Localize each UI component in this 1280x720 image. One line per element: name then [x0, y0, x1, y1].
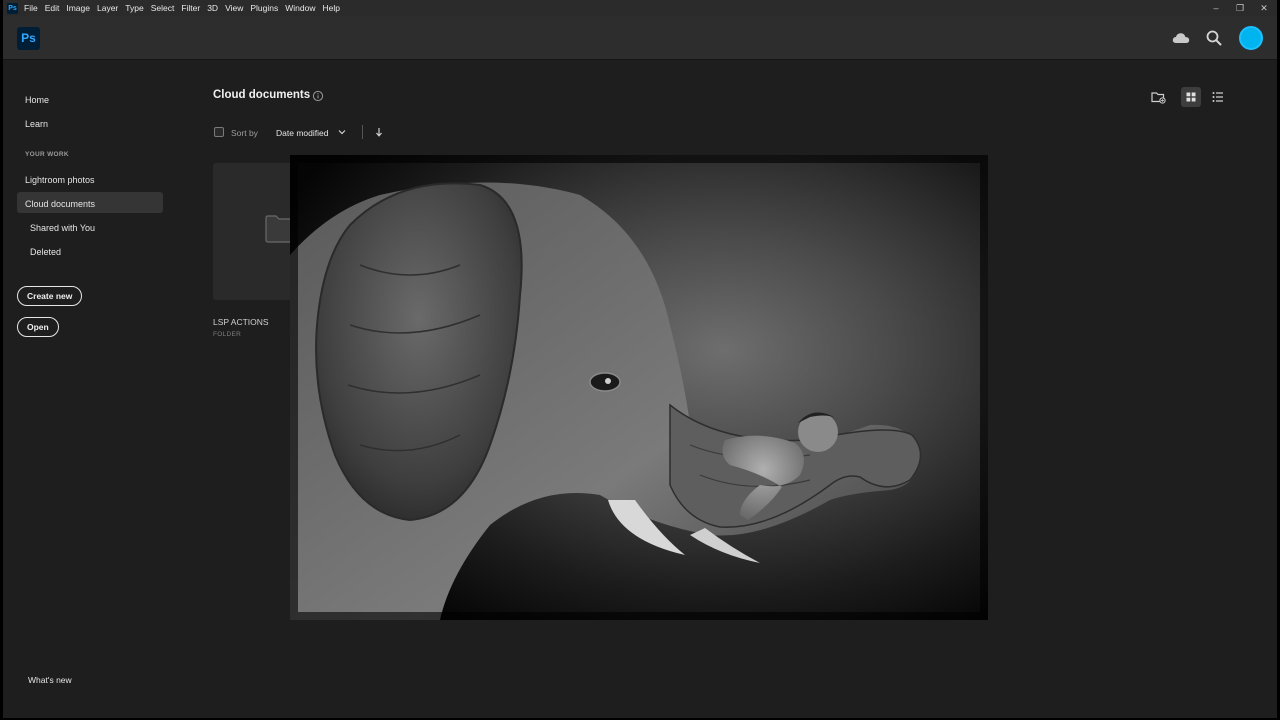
- minimize-button[interactable]: –: [1211, 0, 1221, 16]
- menu-image[interactable]: Image: [66, 3, 90, 13]
- menu-help[interactable]: Help: [322, 3, 339, 13]
- sort-label: Sort by: [231, 128, 258, 138]
- sidebar-item-deleted[interactable]: Deleted: [30, 247, 61, 257]
- menu-filter[interactable]: Filter: [181, 3, 200, 13]
- restore-button[interactable]: ❐: [1235, 0, 1245, 16]
- divider: [362, 125, 363, 139]
- sidebar: Home Learn YOUR WORK Lightroom photos Cl…: [3, 60, 173, 718]
- folder-name[interactable]: LSP ACTIONS: [213, 317, 269, 327]
- sidebar-item-cloud-documents[interactable]: Cloud documents: [25, 199, 95, 209]
- list-view-icon[interactable]: [1208, 87, 1228, 107]
- folder-type-label: FOLDER: [213, 331, 242, 338]
- sidebar-section-label: YOUR WORK: [25, 151, 69, 158]
- ps-logo[interactable]: Ps: [17, 27, 40, 50]
- select-all-checkbox[interactable]: [214, 127, 224, 137]
- grid-view-icon[interactable]: [1181, 87, 1201, 107]
- menu-select[interactable]: Select: [151, 3, 175, 13]
- create-new-button[interactable]: Create new: [17, 286, 83, 306]
- sidebar-item-shared[interactable]: Shared with You: [30, 223, 95, 233]
- sidebar-item-home[interactable]: Home: [25, 95, 49, 105]
- menu-view[interactable]: View: [225, 3, 243, 13]
- menu-type[interactable]: Type: [125, 3, 143, 13]
- new-folder-icon[interactable]: [1148, 87, 1168, 107]
- photoshop-window: Ps File Edit Image Layer Type Select Fil…: [3, 0, 1277, 718]
- window-controls: – ❐ ✕: [1211, 0, 1269, 16]
- menu-bar: Ps File Edit Image Layer Type Select Fil…: [3, 0, 1277, 16]
- sort-dropdown[interactable]: Date modified: [276, 128, 328, 138]
- chevron-down-icon[interactable]: [337, 127, 347, 137]
- open-button[interactable]: Open: [17, 317, 59, 337]
- menu-3d[interactable]: 3D: [207, 3, 218, 13]
- menu-edit[interactable]: Edit: [45, 3, 60, 13]
- search-icon[interactable]: [1204, 28, 1224, 48]
- menu-plugins[interactable]: Plugins: [250, 3, 278, 13]
- menu-file[interactable]: File: [24, 3, 38, 13]
- elephant-baby-photo: [290, 155, 988, 620]
- photo-illustration: [290, 155, 988, 620]
- info-icon[interactable]: [312, 90, 324, 102]
- cloud-icon[interactable]: [1171, 28, 1191, 48]
- whats-new-link[interactable]: What's new: [28, 675, 72, 685]
- menu-layer[interactable]: Layer: [97, 3, 118, 13]
- page-title: Cloud documents: [213, 89, 311, 101]
- app-header: Ps: [3, 16, 1277, 60]
- sidebar-item-learn[interactable]: Learn: [25, 119, 48, 129]
- sidebar-item-lightroom[interactable]: Lightroom photos: [25, 175, 95, 185]
- ps-app-icon: Ps: [7, 2, 18, 14]
- sort-direction-arrow-icon[interactable]: [374, 126, 384, 138]
- menu-window[interactable]: Window: [285, 3, 315, 13]
- avatar[interactable]: [1239, 26, 1263, 50]
- close-button[interactable]: ✕: [1259, 0, 1269, 16]
